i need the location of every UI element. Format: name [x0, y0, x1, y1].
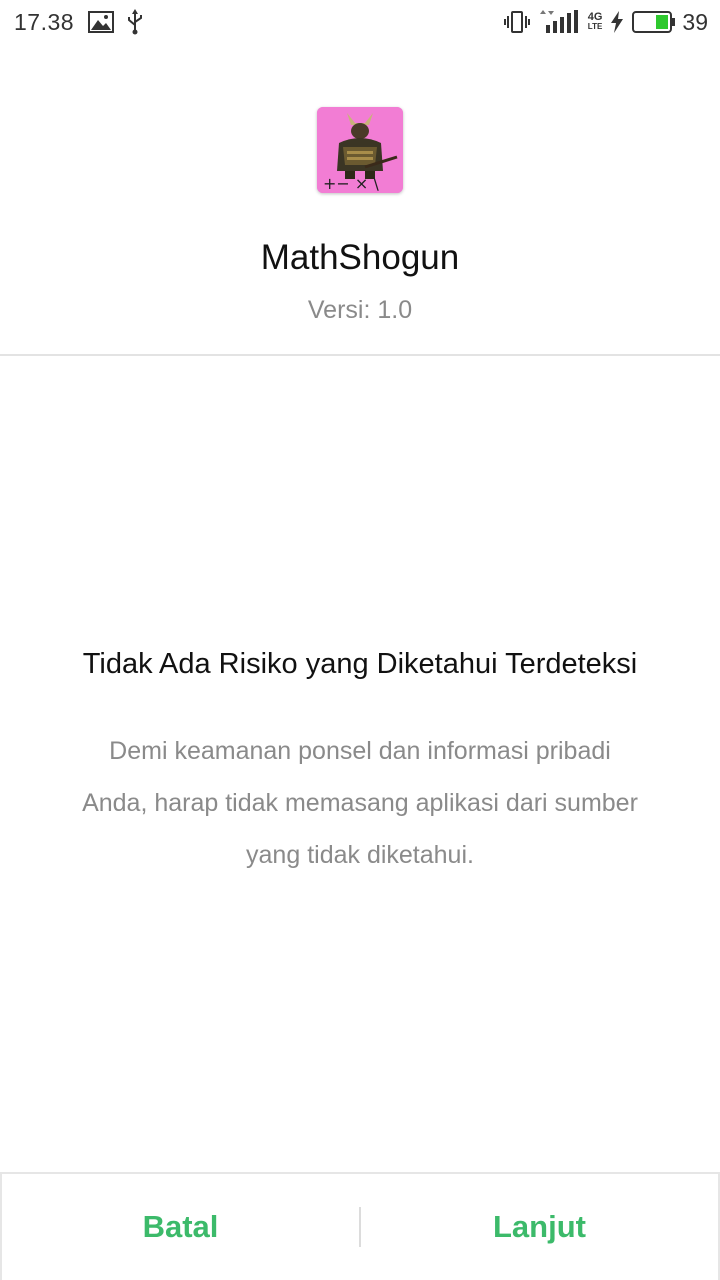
signal-icon: [538, 9, 580, 35]
network-4g-lte-icon: 4G LTE: [588, 12, 603, 32]
install-screen: 17.38 4G LTE 39 +− × \ MathShogun Versi:…: [0, 0, 720, 1280]
app-icon: +− × \: [317, 107, 403, 193]
battery-icon: [632, 10, 676, 34]
cancel-button[interactable]: Batal: [2, 1174, 359, 1280]
risk-description: Demi keamanan ponsel dan informasi priba…: [40, 725, 680, 881]
version-value: 1.0: [377, 296, 413, 324]
network-4g-label: 4G: [587, 11, 603, 23]
status-bar-right: 4G LTE 39: [503, 8, 708, 36]
risk-title: Tidak Ada Risiko yang Diketahui Terdetek…: [82, 648, 638, 680]
vibrate-icon: [503, 10, 530, 34]
status-bar-left: 17.38: [14, 9, 156, 36]
risk-description-line: yang tidak diketahui.: [246, 841, 474, 869]
charging-icon: [610, 11, 624, 33]
version-label: Versi:: [307, 296, 371, 324]
risk-description-line: Demi keamanan ponsel dan informasi priba…: [109, 737, 611, 765]
app-name: MathShogun: [260, 238, 460, 277]
status-time: 17.38: [14, 8, 75, 35]
app-version: Versi: 1.0: [0, 296, 720, 325]
risk-description-line: Anda, harap tidak memasang aplikasi dari…: [82, 789, 638, 817]
svg-text:+− × \: +− × \: [323, 174, 379, 193]
image-icon: [88, 11, 115, 33]
network-lte-label: LTE: [587, 22, 603, 31]
battery-percent: 39: [682, 8, 708, 35]
header-divider: [0, 354, 720, 356]
continue-button[interactable]: Lanjut: [361, 1174, 718, 1280]
action-bar: Batal Lanjut: [0, 1172, 720, 1280]
usb-icon: [126, 9, 144, 35]
status-bar: 17.38 4G LTE 39: [0, 0, 720, 44]
samurai-icon: +− × \: [317, 107, 403, 193]
